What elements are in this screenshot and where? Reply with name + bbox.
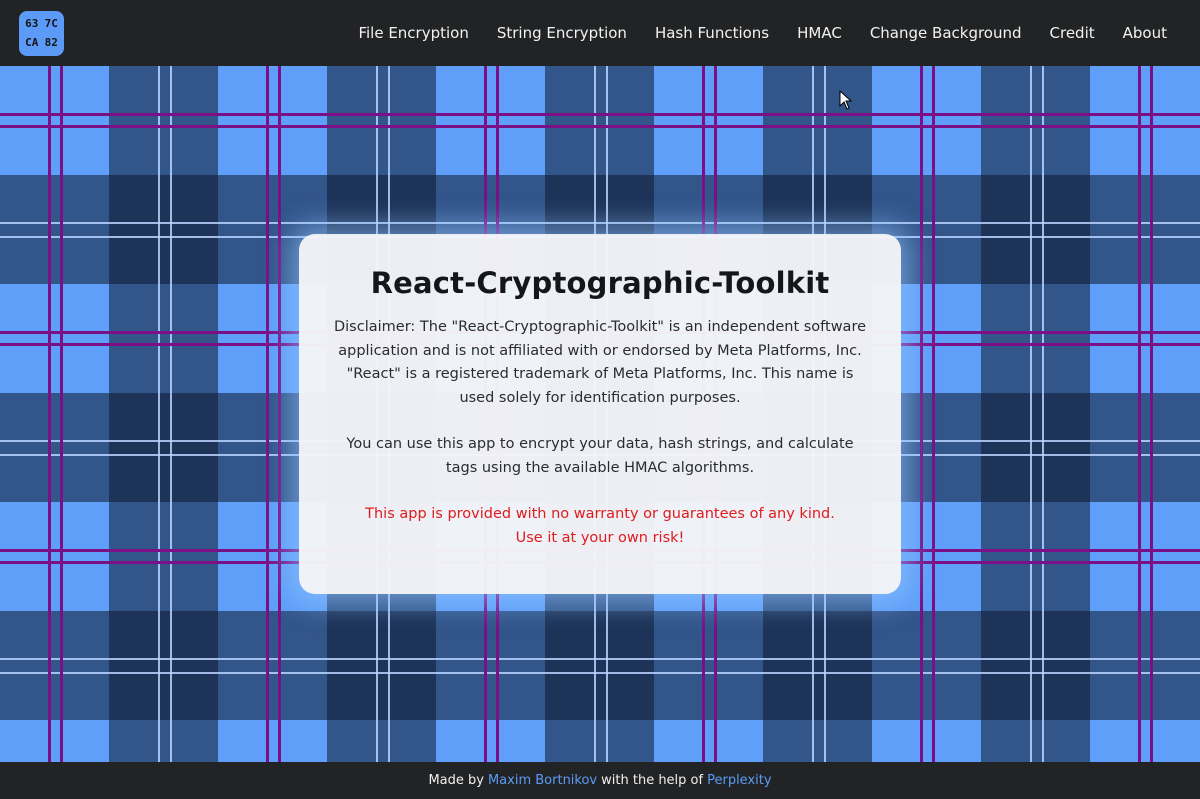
logo-hex-4: 82 bbox=[44, 35, 58, 49]
main-nav: File Encryption String Encryption Hash F… bbox=[344, 18, 1181, 48]
plaid-stripe bbox=[0, 222, 1200, 224]
plaid-stripe bbox=[0, 672, 1200, 674]
plaid-stripe bbox=[60, 66, 63, 762]
plaid-stripe bbox=[48, 66, 51, 762]
nav-credit[interactable]: Credit bbox=[1036, 18, 1109, 48]
plaid-stripe bbox=[1150, 66, 1153, 762]
nav-about[interactable]: About bbox=[1109, 18, 1181, 48]
plaid-stripe bbox=[0, 125, 1200, 128]
plaid-stripe bbox=[0, 611, 1200, 720]
mouse-cursor-icon bbox=[839, 90, 853, 110]
nav-hash-functions[interactable]: Hash Functions bbox=[641, 18, 783, 48]
plaid-stripe bbox=[1138, 66, 1141, 762]
plaid-stripe bbox=[0, 658, 1200, 660]
logo-hex-2: 7C bbox=[44, 17, 58, 31]
disclaimer-text: Disclaimer: The "React-Cryptographic-Too… bbox=[333, 319, 867, 406]
plaid-stripe bbox=[278, 66, 281, 762]
warning-line-1: This app is provided with no warranty or… bbox=[365, 506, 835, 522]
nav-change-background[interactable]: Change Background bbox=[856, 18, 1036, 48]
logo-hex-3: CA bbox=[25, 35, 39, 49]
plaid-stripe bbox=[920, 66, 923, 762]
nav-hmac[interactable]: HMAC bbox=[783, 18, 856, 48]
plaid-stripe bbox=[170, 66, 172, 762]
plaid-stripe bbox=[932, 66, 935, 762]
top-navbar: 63 7C CA 82 File Encryption String Encry… bbox=[0, 0, 1200, 66]
warning-text: This app is provided with no warranty or… bbox=[329, 503, 871, 550]
nav-file-encryption[interactable]: File Encryption bbox=[344, 18, 482, 48]
welcome-card: React-Cryptographic-Toolkit Disclaimer: … bbox=[299, 234, 901, 594]
plaid-stripe bbox=[1042, 66, 1044, 762]
plaid-stripe bbox=[266, 66, 269, 762]
footer-prefix: Made by bbox=[428, 773, 484, 788]
plaid-stripe bbox=[0, 113, 1200, 116]
page-title: React-Cryptographic-Toolkit bbox=[370, 266, 830, 300]
logo-hex-1: 63 bbox=[25, 17, 39, 31]
warning-line-2: Use it at your own risk! bbox=[515, 529, 685, 546]
app-logo[interactable]: 63 7C CA 82 bbox=[19, 10, 64, 56]
footer-middle: with the help of bbox=[601, 773, 704, 788]
nav-string-encryption[interactable]: String Encryption bbox=[483, 18, 641, 48]
plaid-stripe bbox=[1030, 66, 1032, 762]
helper-link[interactable]: Perplexity bbox=[707, 773, 771, 788]
author-link[interactable]: Maxim Bortnikov bbox=[488, 773, 597, 788]
footer: Made by Maxim Bortnikov with the help of… bbox=[0, 762, 1200, 799]
usage-text: You can use this app to encrypt your dat… bbox=[346, 436, 854, 476]
plaid-stripe bbox=[158, 66, 160, 762]
